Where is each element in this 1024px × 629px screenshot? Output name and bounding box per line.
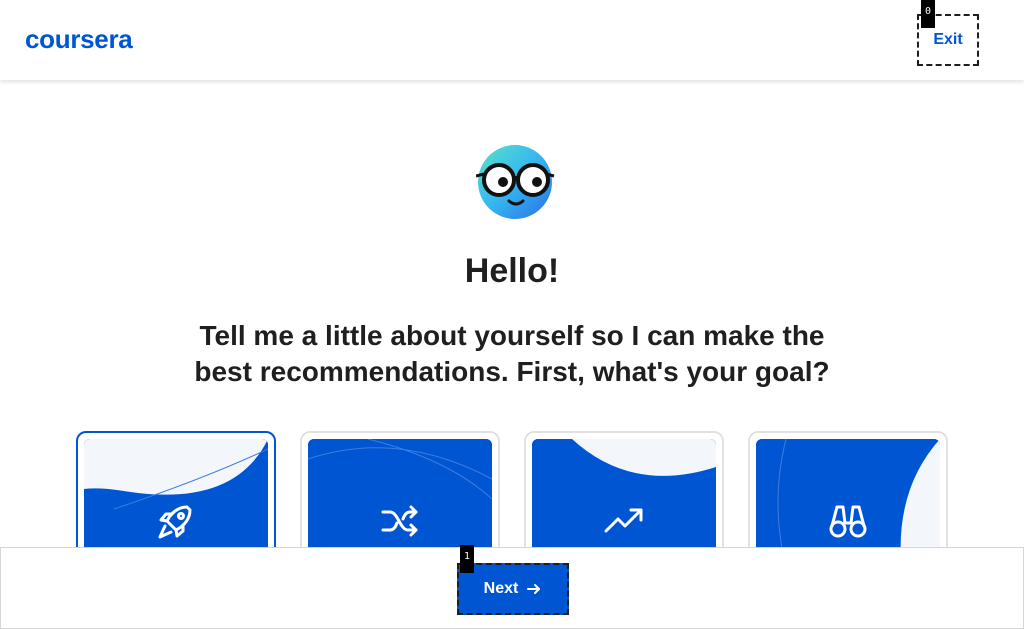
goal-prompt-text: Tell me a little about yourself so I can…: [194, 320, 830, 387]
marker-tag-next: 1: [460, 545, 474, 573]
trending-up-icon: [604, 501, 644, 541]
arrow-right-icon: [526, 581, 542, 597]
greeting-heading: Hello!: [464, 252, 560, 290]
bottom-action-bar: Next: [0, 547, 1024, 629]
coursera-logo[interactable]: coursera: [25, 24, 133, 55]
rocket-icon: [156, 501, 196, 541]
marker-tag-exit: 0: [921, 0, 935, 28]
nerd-face-glasses-icon: [475, 142, 556, 222]
binoculars-icon: [828, 501, 868, 541]
top-header: coursera Exit 0: [0, 0, 1024, 80]
shuffle-icon: [380, 501, 420, 541]
next-button-label: Next: [483, 580, 519, 597]
